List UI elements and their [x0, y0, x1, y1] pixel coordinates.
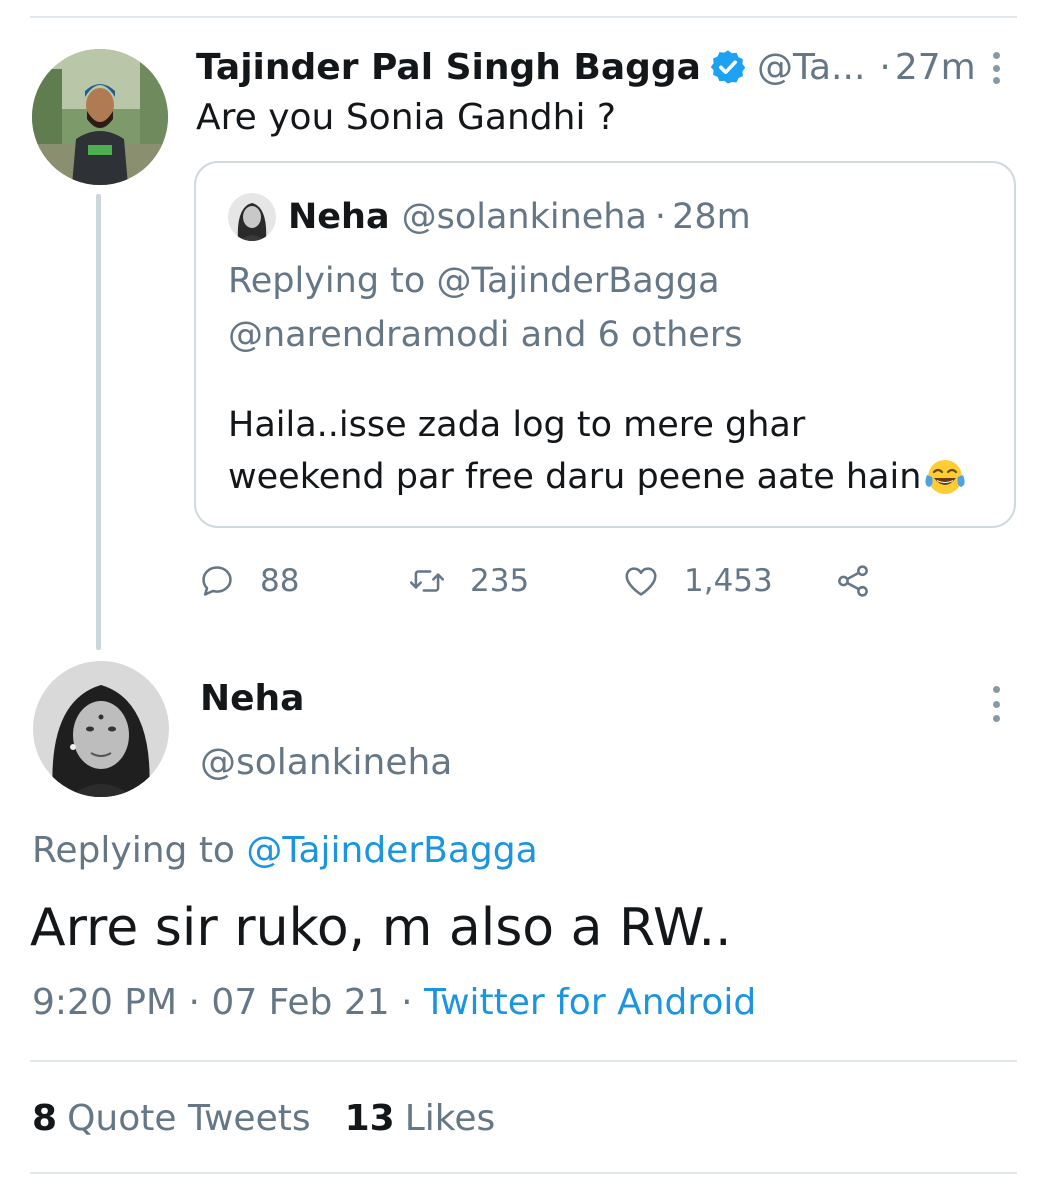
main-tweet-text: Arre sir ruko, m also a RW..: [30, 898, 732, 958]
quoted-replying-others: @narendramodi and 6 others: [228, 315, 743, 355]
parent-tweet-header: Tajinder Pal Singh Bagga @Ta... · 27m: [196, 44, 1016, 90]
share-icon: [834, 562, 872, 600]
main-author-avatar[interactable]: [33, 661, 169, 797]
more-vertical-icon[interactable]: [986, 48, 1006, 88]
tweet-metadata: 9:20 PM · 07 Feb 21 · Twitter for Androi…: [32, 982, 756, 1023]
main-author-name[interactable]: Neha: [200, 678, 304, 719]
quoted-replying-to: Replying to @TajinderBagga: [228, 261, 720, 301]
quoted-tweet-time: 28m: [672, 197, 751, 237]
quoted-author-name: Neha: [288, 197, 390, 237]
parent-author-name[interactable]: Tajinder Pal Singh Bagga: [196, 47, 701, 88]
share-button[interactable]: [834, 556, 872, 606]
tweet-time[interactable]: 9:20 PM: [32, 982, 177, 1023]
likes-count: 13: [344, 1098, 395, 1139]
reply-count: 88: [260, 563, 300, 599]
tweet-date[interactable]: 07 Feb 21: [211, 982, 389, 1023]
quoted-tweet-text-line2: weekend par free daru peene aate hain: [228, 457, 967, 497]
reply-icon: [198, 562, 236, 600]
parent-author-handle[interactable]: @Ta...: [757, 47, 865, 88]
replying-to-mention-link[interactable]: @TajinderBagga: [246, 830, 537, 871]
replying-to-line: Replying to @TajinderBagga: [32, 830, 538, 871]
heart-icon: [622, 562, 660, 600]
avatar-photo: [33, 661, 169, 797]
quoted-author-avatar: [228, 193, 276, 241]
retweet-count: 235: [470, 563, 530, 599]
retweet-button[interactable]: 235: [408, 556, 529, 606]
quoted-tweet-header: Neha @solankineha · 28m: [288, 193, 751, 241]
likes-label: Likes: [404, 1098, 496, 1139]
separator-dot: ·: [401, 982, 413, 1023]
parent-author-avatar[interactable]: [32, 49, 168, 185]
stats-top-divider: [30, 1060, 1017, 1062]
verified-badge-icon: [709, 48, 747, 86]
separator-dot: ·: [188, 982, 200, 1023]
quoted-author-handle: @solankineha: [401, 197, 647, 237]
retweet-icon: [408, 562, 446, 600]
thread-connector-line: [96, 194, 101, 650]
top-divider: [30, 16, 1017, 18]
tweet-stats: 8 Quote Tweets 13 Likes: [32, 1098, 495, 1139]
main-author-handle[interactable]: @solankineha: [200, 742, 452, 783]
quoted-tweet-text-line2-content: weekend par free daru peene aate hain: [228, 457, 922, 497]
quoted-tweet-card[interactable]: Neha @solankineha · 28m Replying to @Taj…: [194, 161, 1016, 528]
tweet-source-link[interactable]: Twitter for Android: [424, 982, 756, 1023]
parent-tweet-text: Are you Sonia Gandhi ?: [196, 97, 617, 138]
quote-tweets-label: Quote Tweets: [67, 1098, 311, 1139]
quote-tweets-stat[interactable]: 8 Quote Tweets: [32, 1098, 311, 1139]
avatar-photo: [32, 49, 168, 185]
replying-to-label: Replying to: [32, 830, 235, 871]
quote-tweets-count: 8: [32, 1098, 58, 1139]
likes-stat[interactable]: 13 Likes: [345, 1098, 496, 1139]
separator-dot: ·: [654, 197, 667, 237]
tears-of-joy-emoji-icon: [923, 457, 967, 497]
like-count: 1,453: [684, 563, 773, 599]
more-vertical-icon[interactable]: [986, 684, 1006, 724]
separator-dot: ·: [879, 46, 891, 88]
stats-bottom-divider: [30, 1172, 1017, 1174]
quoted-tweet-text-line1: Haila..isse zada log to mere ghar: [228, 405, 806, 445]
like-button[interactable]: 1,453: [622, 556, 773, 606]
reply-button[interactable]: 88: [198, 556, 299, 606]
parent-tweet-time[interactable]: 27m: [895, 47, 976, 88]
